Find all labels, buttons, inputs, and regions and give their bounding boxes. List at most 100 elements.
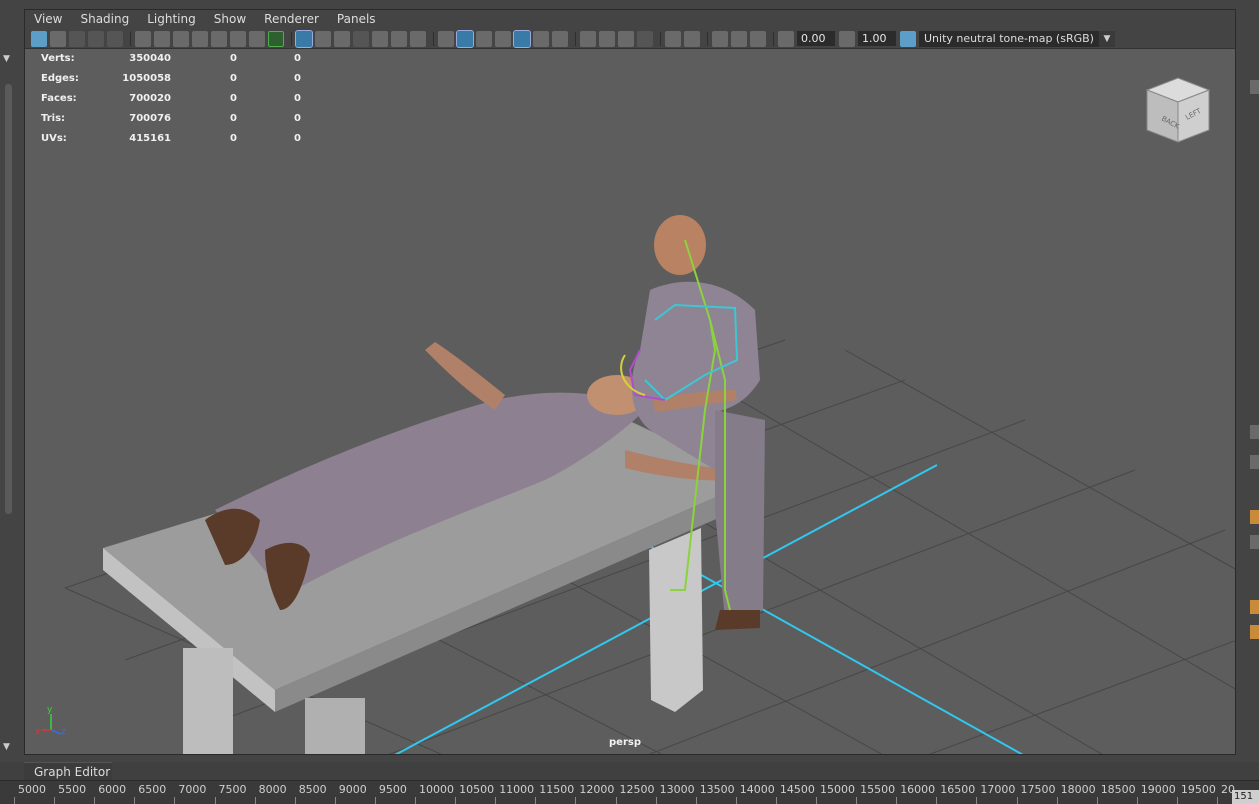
gamma-field[interactable]: 1.00: [858, 31, 896, 46]
wireframe-icon[interactable]: [315, 30, 331, 47]
hud-value: 0: [230, 93, 237, 104]
menu-shading[interactable]: Shading: [71, 10, 138, 29]
timeline-tick-label: 15500: [860, 783, 896, 796]
viewport-scene[interactable]: x y z: [25, 50, 1236, 755]
ambient-occlusion-icon[interactable]: [580, 30, 596, 47]
panel-menubar: View Shading Lighting Show Renderer Pane…: [25, 10, 1235, 29]
timeline-tick-label: 16000: [900, 783, 936, 796]
menu-renderer[interactable]: Renderer: [255, 10, 328, 29]
layer-icon[interactable]: [1250, 425, 1259, 439]
menu-view[interactable]: View: [25, 10, 71, 29]
grease-pencil-icon[interactable]: [154, 30, 170, 47]
hud-value: 0: [230, 53, 237, 64]
xray-icon[interactable]: [495, 30, 511, 47]
shaded-cube-icon[interactable]: [456, 29, 474, 48]
safe-action-icon[interactable]: [249, 30, 265, 47]
default-material-icon[interactable]: [353, 30, 369, 47]
textured-icon[interactable]: [391, 30, 407, 47]
timeline-tick-label: 14500: [779, 783, 815, 796]
scroll-down-arrow-icon[interactable]: ▼: [3, 742, 10, 752]
menu-show[interactable]: Show: [205, 10, 255, 29]
resolution-gate-icon[interactable]: [192, 30, 208, 47]
menu-panels[interactable]: Panels: [328, 10, 385, 29]
outliner-strip: ▼ ▼: [0, 0, 18, 762]
layer-visibility-icon[interactable]: [1250, 535, 1259, 549]
toolbar-divider: [575, 31, 576, 46]
smooth-shade-icon[interactable]: [334, 30, 350, 47]
exposure-field[interactable]: 0.00: [797, 31, 835, 46]
hud-tris-row: Tris: 700076 0 0: [41, 110, 301, 130]
object-icon[interactable]: [1250, 625, 1259, 639]
timeline-tick-label: 13000: [659, 783, 695, 796]
camera-attributes-icon[interactable]: [50, 30, 66, 47]
safe-title-icon[interactable]: [268, 30, 284, 47]
light-bulb-icon[interactable]: [533, 30, 549, 47]
poly-count-hud: Verts: 350040 0 0 Edges: 1050058 0 0 Fac…: [41, 50, 301, 150]
copy-icon[interactable]: [712, 30, 728, 47]
time-slider[interactable]: 5000 5500 6000 6500 7000 7500 8000 8500 9000 9500…: [0, 780, 1259, 804]
object-icon[interactable]: [1250, 600, 1259, 614]
select-camera-icon[interactable]: [31, 30, 47, 47]
viewport-panel: View Shading Lighting Show Renderer Pane…: [24, 9, 1236, 755]
display-layer-icon[interactable]: [1250, 455, 1259, 469]
camera-icon[interactable]: [135, 30, 151, 47]
field-chart-icon[interactable]: [230, 30, 246, 47]
camera-name-label: persp: [609, 737, 641, 748]
shadows-icon[interactable]: [552, 30, 568, 47]
hud-label: Verts:: [41, 53, 75, 64]
depth-of-field-icon[interactable]: [637, 30, 653, 47]
image-plane-icon[interactable]: [88, 30, 104, 47]
timeline-tick-label: 17500: [1020, 783, 1056, 796]
timeline-tick-label: 19500: [1180, 783, 1216, 796]
lighting-icon[interactable]: [476, 30, 492, 47]
collapse-arrow-icon[interactable]: ▼: [3, 54, 10, 64]
view-transform-select[interactable]: Unity neutral tone-map (sRGB) ▼: [919, 30, 1115, 47]
resize-icon[interactable]: [750, 30, 766, 47]
hud-verts-row: Verts: 350040 0 0: [41, 50, 301, 70]
panel-tab-bar: [0, 762, 1259, 780]
isolate-select-icon[interactable]: [438, 30, 454, 47]
view-transform-value: Unity neutral tone-map (sRGB): [924, 31, 1094, 45]
paste-icon[interactable]: [731, 30, 747, 47]
hud-value: 0: [230, 73, 237, 84]
hud-faces-row: Faces: 700020 0 0: [41, 90, 301, 110]
bookmarks-icon[interactable]: [69, 30, 85, 47]
panel-toolbar: 0.00 1.00 Unity neutral tone-map (sRGB) …: [25, 29, 1235, 49]
select-tool-icon[interactable]: [665, 30, 681, 47]
gate-mask-icon[interactable]: [211, 30, 227, 47]
exposure-icon[interactable]: [778, 30, 794, 47]
timeline-tick-label: 10500: [459, 783, 495, 796]
hud-value: 350040: [129, 53, 171, 64]
chevron-down-icon: ▼: [1099, 30, 1115, 47]
timeline-tick-label: 5000: [18, 783, 46, 796]
menu-lighting[interactable]: Lighting: [138, 10, 205, 29]
timeline-tick-label: 8500: [298, 783, 327, 796]
anti-alias-icon[interactable]: [618, 30, 634, 47]
gamma-icon[interactable]: [839, 30, 855, 47]
axis-x-label: x: [35, 727, 41, 737]
hud-value: 0: [294, 93, 301, 104]
text-icon[interactable]: [410, 30, 426, 47]
hud-label: UVs:: [41, 133, 67, 144]
isolate-icon[interactable]: [684, 30, 700, 47]
2d-pan-zoom-icon[interactable]: [107, 30, 123, 47]
film-gate-icon[interactable]: [173, 30, 189, 47]
checker-icon[interactable]: [513, 29, 531, 48]
view-cube[interactable]: BACK LEFT: [1143, 74, 1213, 146]
hud-value: 700020: [129, 93, 171, 104]
timeline-tick-label: 10000: [419, 783, 454, 796]
object-icon[interactable]: [1250, 510, 1259, 524]
timeline-tick-label: 6500: [138, 783, 167, 796]
hud-edges-row: Edges: 1050058 0 0: [41, 70, 301, 90]
graph-editor-tab[interactable]: Graph Editor: [24, 762, 112, 780]
motion-blur-icon[interactable]: [599, 30, 615, 47]
outliner-scrollbar[interactable]: [5, 84, 12, 514]
current-frame-field[interactable]: 151: [1232, 790, 1259, 804]
wireframe-on-shaded-icon[interactable]: [372, 30, 388, 47]
hud-value: 0: [294, 53, 301, 64]
grid-icon[interactable]: [295, 29, 313, 48]
timeline-tick-label: 7500: [218, 783, 247, 796]
timeline-tick-label: 7000: [178, 783, 207, 796]
color-management-icon[interactable]: [900, 30, 916, 47]
channel-box-icon[interactable]: [1250, 80, 1259, 94]
